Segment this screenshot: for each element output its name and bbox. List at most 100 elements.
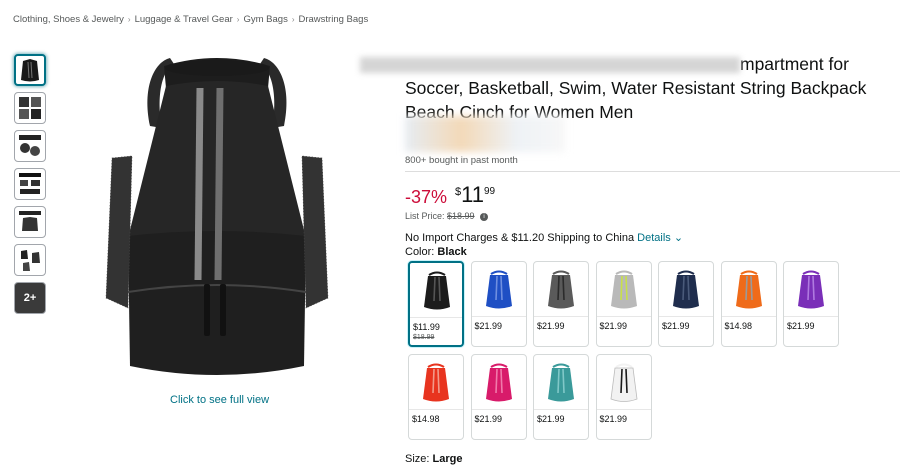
product-title: mpartment for Soccer, Basketball, Swim, … [360,52,905,124]
swatch-image [601,266,647,314]
swatch-divider [534,316,588,317]
color-swatch[interactable]: $14.98 [408,354,464,440]
swatch-divider [410,317,462,318]
color-label: Color: Black [405,246,467,258]
see-full-view-link[interactable]: Click to see full view [170,394,269,406]
backpack-thumb-icon [21,59,39,82]
backpack-usage-thumb-icon [21,250,40,271]
swatch-image [414,267,460,315]
color-swatch[interactable]: $11.99 $18.99 [408,261,464,347]
breadcrumb-luggage[interactable]: Luggage & Travel Gear [135,14,233,25]
discount-percent: -37% [405,187,448,207]
thumbnail-3[interactable] [14,130,46,162]
swatch-image [413,359,459,407]
swatch-divider [409,409,463,410]
color-swatch[interactable]: $21.99 [533,354,589,440]
swatch-divider [721,316,776,317]
backpack-swatch-icon [610,363,637,402]
swatch-price: $11.99 [413,322,440,332]
swatch-price: $21.99 [662,321,690,331]
thumbnail-4[interactable] [14,168,46,200]
backpack-swatch-icon [548,270,574,309]
swatch-image [663,266,709,314]
swatch-image [601,359,647,407]
color-swatch[interactable]: $21.99 [658,261,714,347]
thumbnail-6[interactable] [14,244,46,276]
breadcrumb-separator: › [236,15,240,24]
swatch-price: $21.99 [474,414,503,424]
swatch-image [726,266,772,314]
breadcrumb-separator: › [127,15,131,24]
swatch-divider [471,409,526,410]
list-price-value: $18.99 [447,211,475,221]
swatch-divider [471,316,526,317]
backpack-detail-thumb-icon [19,135,41,156]
price-whole: 11 [461,182,484,207]
breadcrumb-clothing[interactable]: Clothing, Shoes & Jewelry [13,14,124,25]
swatch-divider [534,409,588,410]
swatch-price: $14.98 [724,321,753,331]
swatch-price: $21.99 [474,321,503,331]
thumbnail-5[interactable] [14,206,46,238]
swatch-price: $21.99 [599,414,628,424]
swatch-old-price: $18.99 [413,334,435,341]
color-swatch[interactable]: $14.98 [720,261,777,347]
thumbnail-more[interactable]: 2+ [14,282,46,314]
swatch-image [476,266,522,314]
shipping-info: No Import Charges & $11.20 Shipping to C… [405,232,684,244]
product-title-area: mpartment for Soccer, Basketball, Swim, … [360,52,905,124]
price-fraction: 99 [484,186,496,197]
breadcrumb-separator: › [291,15,295,24]
more-thumbnails-label: 2+ [23,292,37,304]
color-swatch[interactable]: $21.99 [470,354,527,440]
blurred-rating [405,116,565,152]
swatch-price: $21.99 [599,321,628,331]
list-price: List Price: $18.99 i [405,211,489,221]
thumbnail-strip: 2+ [14,54,46,314]
swatch-image [788,266,834,314]
selected-color: Black [437,246,467,258]
swatch-image [538,359,584,407]
swatch-divider [596,316,651,317]
backpack-size-thumb-icon [19,211,41,231]
backpack-pockets-thumb-icon [19,173,41,194]
info-icon[interactable]: i [480,212,489,221]
shipping-details-link[interactable]: Details ⌄ [637,232,683,244]
swatch-image [476,359,522,407]
breadcrumb-drawstring-bags[interactable]: Drawstring Bags [299,14,369,25]
swatch-price: $14.98 [412,414,440,424]
swatch-price: $21.99 [787,321,815,331]
swatch-divider [659,316,713,317]
thumbnail-1[interactable] [14,54,46,86]
backpack-swatch-icon [485,363,512,402]
thumbnail-2[interactable] [14,92,46,124]
price-row: -37% $ 11 99 [405,182,495,208]
size-label: Size: Large [405,453,463,465]
swatch-divider [784,316,838,317]
color-swatch[interactable]: $21.99 [533,261,589,347]
chevron-down-icon: ⌄ [673,232,684,244]
color-swatches: $11.99 $18.99 $21.99 $21.99 $21.99 $21.99 $14.… [408,261,839,440]
backpack-swatch-icon [548,363,574,402]
backpack-swatch-icon [610,270,637,309]
color-swatch[interactable]: $21.99 [783,261,839,347]
section-divider [405,171,900,172]
backpack-swatch-icon [424,271,450,310]
bought-count: 800+ bought in past month [405,155,518,166]
breadcrumb: Clothing, Shoes & Jewelry › Luggage & Tr… [13,14,368,25]
backpack-features-thumb-icon [19,97,41,119]
color-swatch[interactable]: $21.99 [470,261,527,347]
backpack-swatch-icon [485,270,512,309]
blurred-title-segment [360,57,740,74]
backpack-swatch-icon [673,270,699,309]
backpack-swatch-icon [735,270,762,309]
color-swatch[interactable]: $21.99 [595,354,652,440]
swatch-divider [596,409,651,410]
swatch-price: $21.99 [537,321,565,331]
color-swatch[interactable]: $21.99 [595,261,652,347]
main-product-image[interactable] [92,48,342,388]
backpack-swatch-icon [798,270,824,309]
selected-size: Large [432,453,463,465]
breadcrumb-gym-bags[interactable]: Gym Bags [243,14,287,25]
swatch-image [538,266,584,314]
